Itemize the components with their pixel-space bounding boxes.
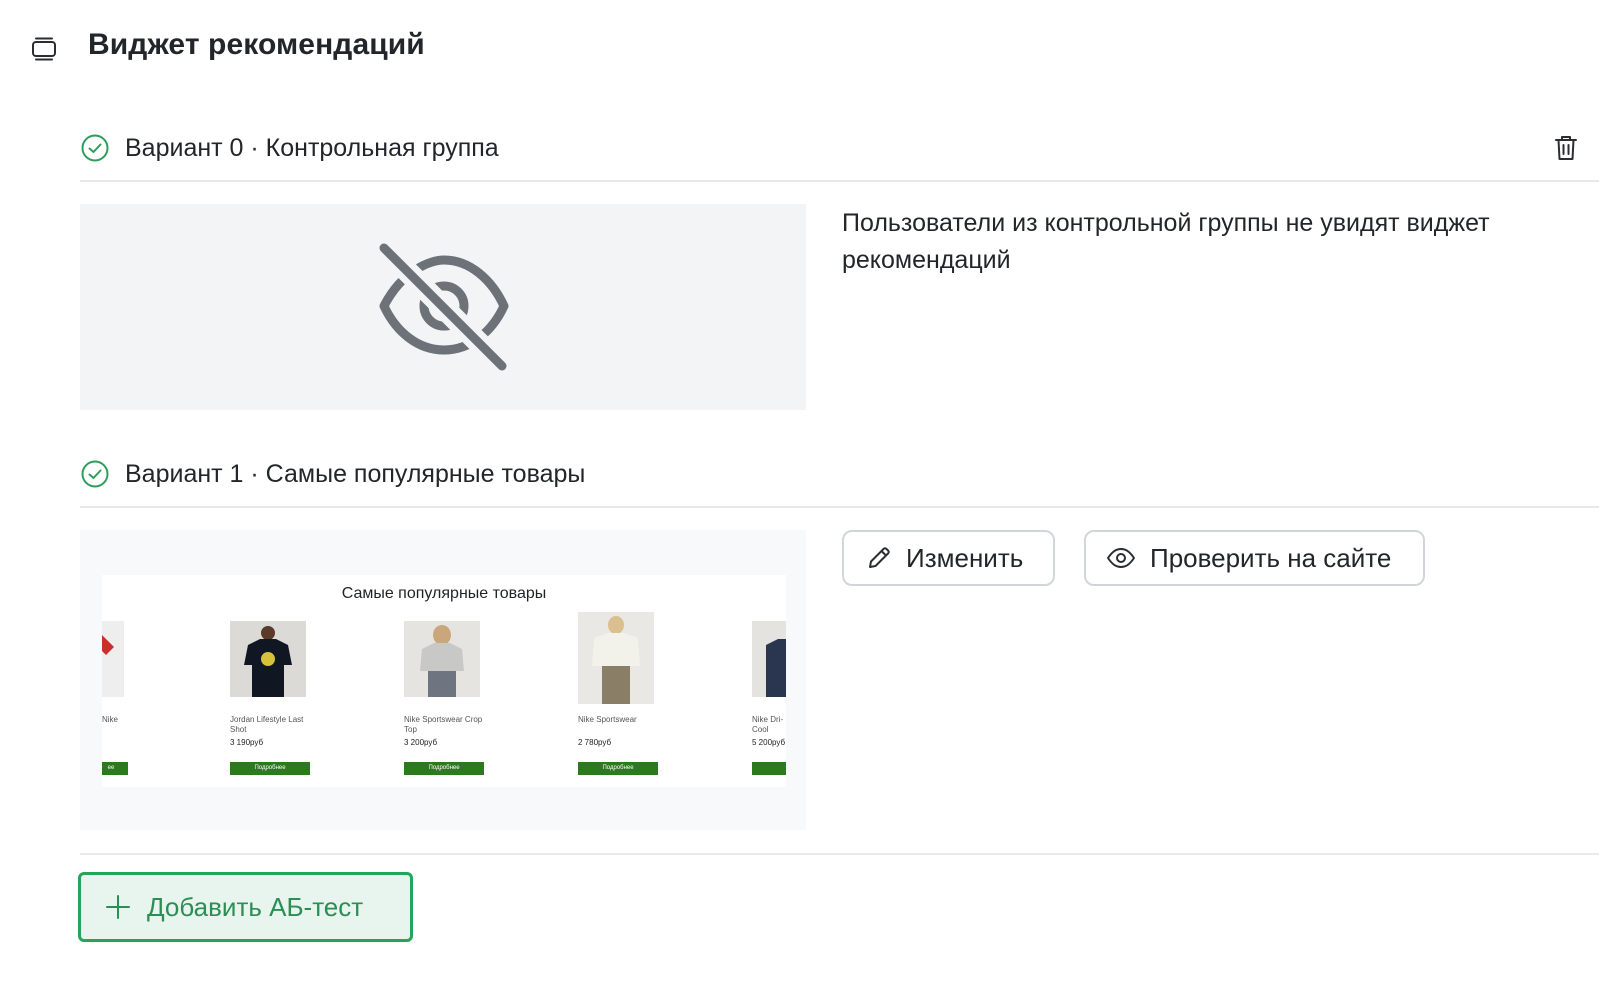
product-image xyxy=(230,621,306,697)
variant-title: Вариант 0 · Контрольная группа xyxy=(125,133,499,162)
check-circle-icon xyxy=(80,459,110,489)
divider xyxy=(80,853,1599,855)
trash-icon[interactable] xyxy=(1553,134,1579,162)
product-image xyxy=(752,621,786,697)
product-name: Nike Sportswear xyxy=(578,715,637,724)
product-name: Jordan Lifestyle Last Shot xyxy=(230,715,304,734)
variant-title: Вариант 1 · Самые популярные товары xyxy=(125,459,586,488)
product-details-button[interactable]: Подробнее xyxy=(404,762,484,775)
product-name: Nike Dri-Cool xyxy=(752,715,784,734)
decorative-dots xyxy=(80,561,806,563)
product-price: 3 200руб xyxy=(404,738,438,747)
product-card: Nike Sportswear 2 780руб Подробнее xyxy=(578,575,688,787)
eye-off-icon xyxy=(370,236,518,377)
variant-1-header[interactable]: Вариант 1 · Самые популярные товары xyxy=(80,446,1599,502)
variant-0-header[interactable]: Вариант 0 · Контрольная группа xyxy=(80,120,1599,176)
edit-button[interactable]: Изменить xyxy=(842,530,1055,586)
divider xyxy=(80,506,1599,508)
plus-icon xyxy=(106,895,130,919)
product-image xyxy=(578,612,654,704)
product-details-button[interactable]: По xyxy=(752,762,786,775)
product-image xyxy=(102,621,124,697)
product-price: 5 200руб xyxy=(752,738,786,747)
product-card: Nike Dri-Cool 5 200руб По xyxy=(752,575,786,787)
product-price: 3 190руб xyxy=(230,738,264,747)
check-on-site-button[interactable]: Проверить на сайте xyxy=(1084,530,1425,586)
eye-icon xyxy=(1107,548,1135,568)
page-title: Виджет рекомендаций xyxy=(88,28,425,61)
product-name: Nike Sportswear Crop Top xyxy=(404,715,483,734)
check-on-site-label: Проверить на сайте xyxy=(1150,542,1392,573)
product-card: Nike ее xyxy=(102,575,158,787)
product-card: Jordan Lifestyle Last Shot 3 190руб Подр… xyxy=(230,575,340,787)
recommendation-widget: Самые популярные товары Nike ее Jordan L… xyxy=(102,575,786,787)
check-circle-icon xyxy=(80,133,110,163)
divider xyxy=(80,180,1599,182)
product-name: Nike xyxy=(102,715,119,724)
variant-0-description: Пользователи из контрольной группы не ув… xyxy=(842,209,1490,274)
product-card: Nike Sportswear Crop Top 3 200руб Подроб… xyxy=(404,575,514,787)
add-ab-test-label: Добавить АБ-тест xyxy=(147,891,364,922)
variant-1-preview: Самые популярные товары Nike ее Jordan L… xyxy=(80,530,806,830)
product-image xyxy=(404,621,480,697)
edit-button-label: Изменить xyxy=(906,542,1024,573)
product-details-button[interactable]: Подробнее xyxy=(230,762,310,775)
product-details-button[interactable]: ее xyxy=(102,762,128,775)
product-details-button[interactable]: Подробнее xyxy=(578,762,658,775)
pencil-icon xyxy=(869,547,890,568)
decorative-dots xyxy=(80,798,806,800)
product-price: 2 780руб xyxy=(578,738,612,747)
layers-icon xyxy=(30,36,58,62)
add-ab-test-button[interactable]: Добавить АБ-тест xyxy=(78,872,413,942)
